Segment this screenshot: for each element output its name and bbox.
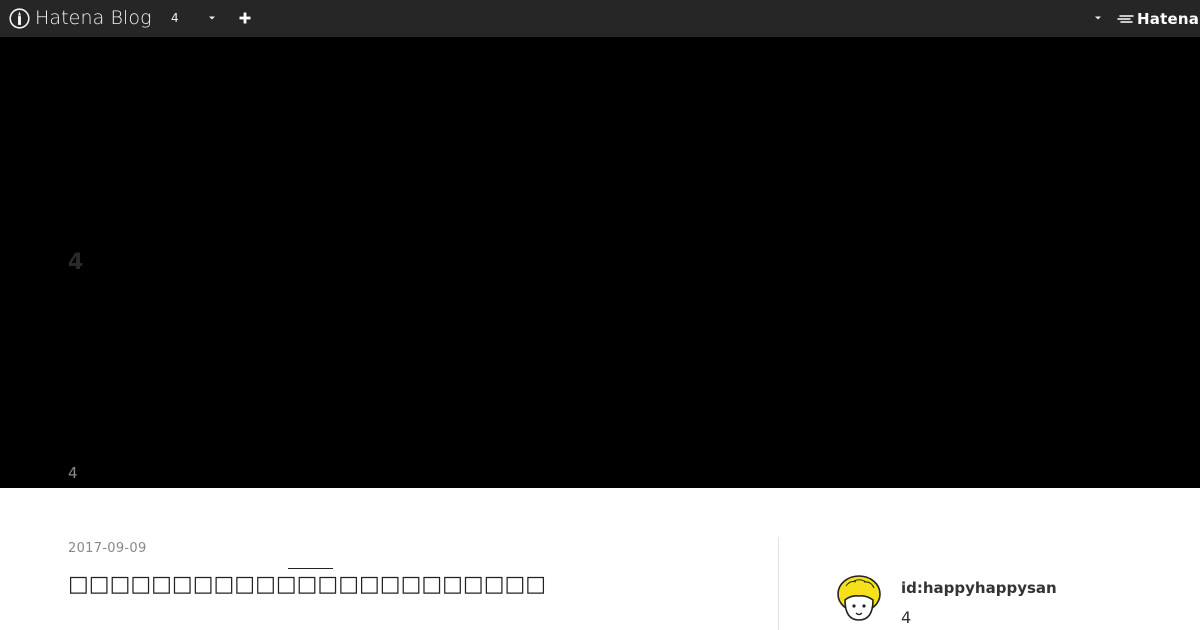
blog-description: 4 (68, 464, 78, 482)
hatena-blog-logo-icon[interactable] (9, 8, 30, 29)
sidebar-divider (778, 537, 779, 630)
hatena-brand-link[interactable]: Hatena (1137, 10, 1199, 28)
brand-name[interactable]: Hatena Blog (35, 6, 152, 30)
blog-selector-label[interactable]: 4 (171, 11, 179, 26)
profile-count: 4 (901, 608, 912, 627)
profile-id-link[interactable]: id:happyhappysan (901, 579, 1057, 597)
entry-title-decoration (288, 568, 333, 569)
global-header: Hatena Blog 4 Hatena (0, 0, 1200, 37)
user-menu-chevron-down-icon[interactable] (1094, 15, 1102, 21)
entry-date[interactable]: 2017-09-09 (68, 541, 147, 557)
avatar[interactable] (834, 574, 884, 624)
hatena-mark-icon[interactable] (1117, 12, 1135, 26)
chevron-down-icon[interactable] (208, 15, 216, 21)
blog-title[interactable]: 4 (68, 250, 83, 276)
blog-header-hero: 4 4 (0, 37, 1200, 488)
add-entry-plus-icon[interactable] (238, 11, 252, 25)
entry-title[interactable]: □□□□□□□□□□□□□□□□□□□□□□□ (68, 572, 628, 598)
